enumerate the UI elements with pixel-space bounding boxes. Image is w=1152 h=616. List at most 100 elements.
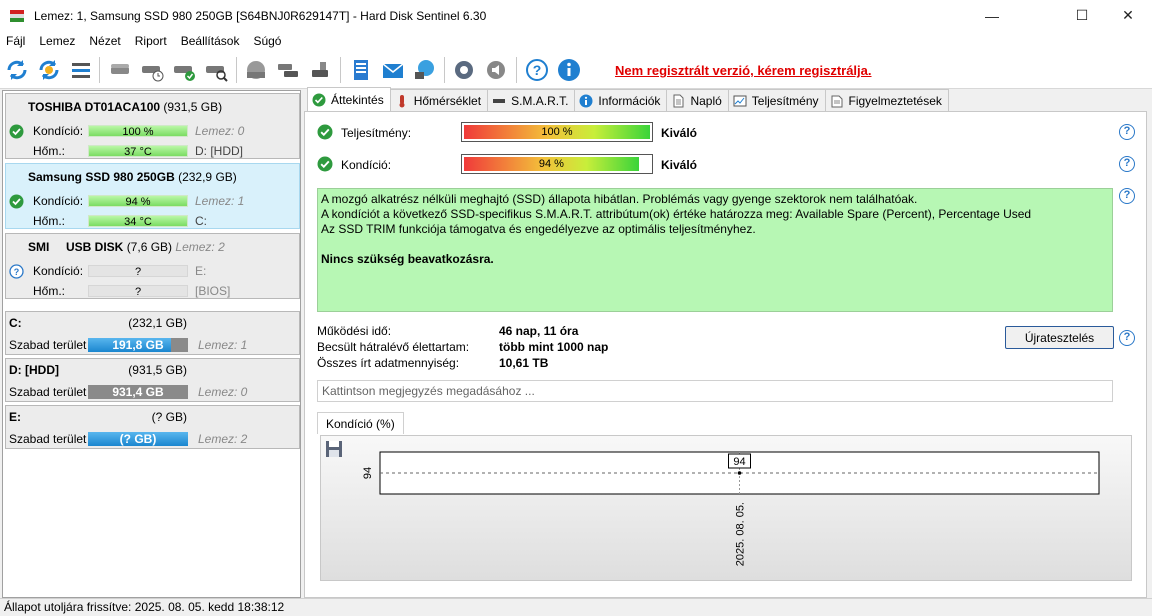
save-icon[interactable]	[325, 440, 343, 458]
info-icon[interactable]	[555, 56, 583, 84]
disk-check-icon[interactable]	[170, 56, 198, 84]
menu-disk[interactable]: Lemez	[32, 34, 82, 48]
document-icon	[673, 94, 684, 107]
disk-index: Lemez: 0	[195, 124, 245, 138]
free-space-bar: 931,4 GB	[88, 385, 188, 399]
refresh-icon[interactable]	[3, 56, 31, 84]
condition-bar: 100 %	[88, 125, 188, 138]
interface-label: [BIOS]	[195, 284, 231, 298]
status-ok-icon	[9, 194, 24, 209]
chart-tab-condition[interactable]: Kondíció (%)	[317, 412, 404, 434]
volume-size: (? GB)	[151, 410, 187, 424]
menu-file[interactable]: Fájl	[0, 34, 32, 48]
disk-copy-icon[interactable]	[274, 56, 302, 84]
disk-name: TOSHIBA DT01ACA100	[28, 100, 161, 114]
status-description: A mozgó alkatrész nélküli meghajtó (SSD)…	[317, 188, 1113, 312]
status-ok-icon	[317, 124, 333, 140]
drive-letter: D: [HDD]	[195, 144, 243, 158]
app-icon	[9, 8, 25, 24]
toolbar-separator	[444, 57, 445, 83]
disk-title: SMI USB DISK (7,6 GB) Lemez: 2	[28, 240, 225, 254]
condition-label: Kondíció:	[33, 194, 84, 208]
disk-title: Samsung SSD 980 250GB (232,9 GB)	[28, 170, 237, 184]
tab-smart[interactable]: S.M.A.R.T.	[487, 89, 576, 111]
volume-name: D: [HDD]	[9, 363, 59, 377]
toolbar-separator	[236, 57, 237, 83]
help-icon[interactable]: ?	[1119, 330, 1135, 346]
status-line: A kondíciót a következő SSD-specifikus S…	[321, 207, 1032, 221]
disk-card-samsung[interactable]: Samsung SSD 980 250GB (232,9 GB) Kondíci…	[5, 163, 300, 229]
help-icon[interactable]: ?	[1119, 124, 1135, 140]
svg-text:?: ?	[533, 62, 542, 78]
note-input[interactable]	[317, 380, 1113, 402]
disk-index: Lemez: 2	[175, 240, 225, 254]
network-icon[interactable]	[411, 56, 439, 84]
temp-label: Hőm.:	[33, 284, 66, 298]
tab-log[interactable]: Napló	[666, 89, 729, 111]
disk-usb-icon[interactable]	[306, 56, 334, 84]
disk-index: Lemez: 1	[195, 194, 245, 208]
free-space-bar: 191,8 GB	[88, 338, 188, 352]
registration-notice-link[interactable]: Nem regisztrált verzió, kérem regisztrál…	[615, 63, 872, 78]
condition-label: Kondíció:	[33, 264, 84, 278]
disk-card-usb[interactable]: SMI USB DISK (7,6 GB) Lemez: 2 ? Kondíci…	[5, 233, 300, 299]
status-unknown-icon: ?	[9, 264, 24, 279]
performance-bar-value: 100 %	[464, 125, 650, 139]
condition-label: Kondíció:	[341, 158, 392, 172]
menu-help[interactable]: Súgó	[246, 34, 288, 48]
tab-temperature[interactable]: Hőmérséklet	[389, 89, 489, 111]
menu-view[interactable]: Nézet	[82, 34, 127, 48]
volume-card-d[interactable]: D: [HDD] (931,5 GB) Szabad terület 931,4…	[5, 358, 300, 402]
email-icon[interactable]	[379, 56, 407, 84]
tab-label: Hőmérséklet	[413, 93, 482, 108]
tab-label: Teljesítmény	[751, 93, 819, 108]
disk-surface-icon[interactable]	[242, 56, 270, 84]
sound-icon[interactable]	[482, 56, 510, 84]
performance-chart-icon	[733, 95, 747, 106]
status-line: A mozgó alkatrész nélküli meghajtó (SSD)…	[321, 192, 918, 206]
settings-icon[interactable]	[450, 56, 478, 84]
tab-label: S.M.A.R.T.	[511, 93, 569, 108]
drive-letter: C:	[195, 214, 207, 228]
disk-icon[interactable]	[106, 56, 134, 84]
menu-settings[interactable]: Beállítások	[174, 34, 247, 48]
report-icon[interactable]	[347, 56, 375, 84]
tab-alerts[interactable]: Figyelmeztetések	[824, 89, 949, 111]
disk-list-icon[interactable]	[67, 56, 95, 84]
help-icon[interactable]: ?	[523, 56, 551, 84]
menu-report[interactable]: Riport	[128, 34, 174, 48]
disk-schedule-icon[interactable]	[138, 56, 166, 84]
chart-canvas: 94 2025. 08. 05. 94	[362, 451, 1100, 566]
written-value: 10,61 TB	[499, 356, 549, 370]
menu-bar: Fájl Lemez Nézet Riport Beállítások Súgó	[0, 31, 1152, 51]
free-space-value: 931,4 GB	[112, 385, 164, 399]
refresh-all-icon[interactable]	[35, 56, 63, 84]
help-icon[interactable]: ?	[1119, 188, 1135, 204]
minimize-button[interactable]: —	[969, 0, 1015, 31]
retest-button[interactable]: Újratesztelés	[1005, 326, 1114, 349]
tab-information[interactable]: Információk	[574, 89, 668, 111]
disk-search-icon[interactable]	[202, 56, 230, 84]
disk-card-toshiba[interactable]: TOSHIBA DT01ACA100 (931,5 GB) Kondíció: …	[5, 93, 300, 159]
performance-label: Teljesítmény:	[341, 126, 412, 140]
help-icon[interactable]: ?	[1119, 156, 1135, 172]
free-space-label: Szabad terület	[9, 338, 87, 352]
tab-label: Napló	[690, 93, 722, 108]
maximize-button[interactable]: ☐	[1059, 0, 1105, 31]
condition-label: Kondíció:	[33, 124, 84, 138]
performance-bar: 100 %	[461, 122, 653, 142]
tab-performance[interactable]: Teljesítmény	[727, 89, 826, 111]
drive-letter: E:	[195, 264, 207, 278]
volume-card-e[interactable]: E: (? GB) Szabad terület (? GB) Lemez: 2	[5, 405, 300, 449]
window-title: Lemez: 1, Samsung SSD 980 250GB [S64BNJ0…	[34, 8, 487, 23]
disk-size: (931,5 GB)	[163, 100, 223, 114]
tab-bar: Áttekintés Hőmérséklet S.M.A.R.T. Inform…	[307, 87, 949, 111]
close-button[interactable]: ✕	[1105, 0, 1151, 31]
overview-panel: Teljesítmény: 100 % Kiváló ? Kondíció: 9…	[304, 111, 1147, 598]
status-conclusion: Nincs szükség beavatkozásra.	[321, 252, 494, 266]
tab-overview[interactable]: Áttekintés	[307, 87, 391, 111]
volume-card-c[interactable]: C: (232,1 GB) Szabad terület 191,8 GB Le…	[5, 311, 300, 355]
info-icon	[579, 94, 593, 107]
status-ok-icon	[317, 156, 333, 172]
temp-bar: 34 °C	[88, 215, 188, 228]
